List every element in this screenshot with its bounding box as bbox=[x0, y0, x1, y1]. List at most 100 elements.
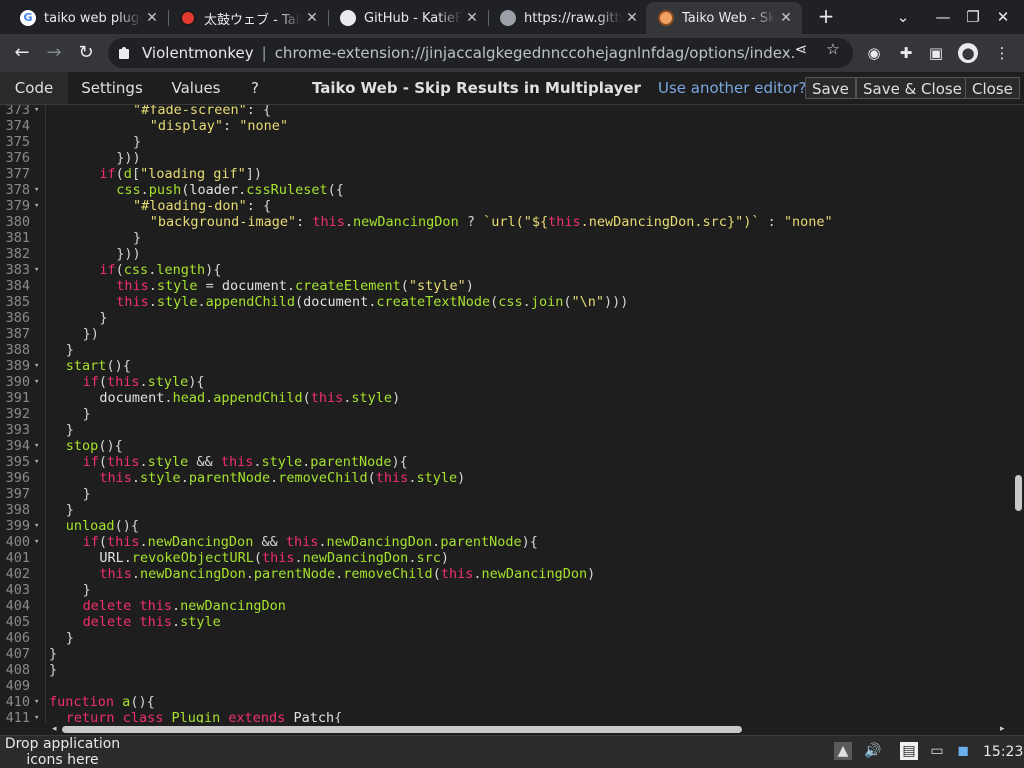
save-button[interactable]: Save bbox=[805, 77, 856, 99]
share-icon[interactable]: ⋖ bbox=[792, 40, 810, 58]
code-line[interactable]: 390 ▾ if(this.style){ bbox=[0, 374, 1012, 390]
close-button[interactable]: Close bbox=[965, 77, 1020, 99]
code-line[interactable]: 402 this.newDancingDon.parentNode.removeC… bbox=[0, 566, 1012, 582]
fold-arrow-icon[interactable]: ▾ bbox=[34, 694, 39, 710]
code-line[interactable]: 374 "display": "none" bbox=[0, 118, 1012, 134]
clipboard-icon[interactable]: ▤ bbox=[900, 742, 918, 760]
fold-arrow-icon[interactable]: ▾ bbox=[34, 358, 39, 374]
code-line[interactable]: 378 ▾ css.push(loader.cssRuleset({ bbox=[0, 182, 1012, 198]
code-line[interactable]: 386} bbox=[0, 310, 1012, 326]
code-line[interactable]: 406} bbox=[0, 630, 1012, 646]
code-text: stop(){ bbox=[66, 438, 123, 454]
code-line[interactable]: 375} bbox=[0, 134, 1012, 150]
code-line[interactable]: 403} bbox=[0, 582, 1012, 598]
vertical-scrollbar[interactable] bbox=[1012, 105, 1024, 723]
fold-arrow-icon[interactable]: ▾ bbox=[34, 534, 39, 550]
code-line[interactable]: 396 this.style.parentNode.removeChild(thi… bbox=[0, 470, 1012, 486]
code-line[interactable]: 400 ▾ if(this.newDancingDon && this.newDan… bbox=[0, 534, 1012, 550]
profile-avatar-icon[interactable]: ● bbox=[958, 43, 978, 63]
address-bar[interactable]: Violentmonkey | chrome-extension://jinja… bbox=[108, 38, 853, 68]
close-tab-icon[interactable]: ✕ bbox=[622, 10, 642, 26]
update-notifier-icon[interactable]: ◼ bbox=[954, 742, 972, 760]
volume-icon[interactable]: 🔊 bbox=[864, 742, 882, 760]
code-line[interactable]: 389 ▾ start(){ bbox=[0, 358, 1012, 374]
restore-icon[interactable]: ❐ bbox=[962, 6, 984, 28]
code-line[interactable]: 401 URL.revokeObjectURL(this.newDancingDo… bbox=[0, 550, 1012, 566]
browser-tab[interactable]: https://raw.githubusercontent.com ✕ bbox=[488, 4, 648, 32]
code-line[interactable]: 380 "background-image": this.newDancingDo… bbox=[0, 214, 1012, 230]
code-line[interactable]: 392} bbox=[0, 406, 1012, 422]
fold-arrow-icon[interactable]: ▾ bbox=[34, 710, 39, 723]
fold-arrow-icon[interactable]: ▾ bbox=[34, 454, 39, 470]
browser-tab[interactable]: G taiko web plugin ✕ bbox=[8, 4, 168, 32]
code-token: src bbox=[416, 550, 441, 566]
side-panel-icon[interactable]: ▣ bbox=[926, 43, 946, 63]
scroll-right-arrow-icon[interactable]: ▸ bbox=[1000, 724, 1005, 734]
code-line[interactable]: 410 ▾ function a(){ bbox=[0, 694, 1012, 710]
vertical-scrollbar-thumb[interactable] bbox=[1015, 475, 1022, 511]
code-line[interactable]: 376})) bbox=[0, 150, 1012, 166]
code-line[interactable]: 398} bbox=[0, 502, 1012, 518]
network-icon[interactable]: ▭ bbox=[928, 742, 946, 760]
bookmark-star-icon[interactable]: ☆ bbox=[824, 40, 842, 58]
code-line[interactable]: 382})) bbox=[0, 246, 1012, 262]
back-button[interactable]: ← bbox=[10, 41, 34, 65]
violentmonkey-extension-icon[interactable]: ◉ bbox=[864, 43, 884, 63]
minimize-icon[interactable]: — bbox=[932, 6, 954, 28]
code-line[interactable]: 379 ▾ "#loading-don": { bbox=[0, 198, 1012, 214]
code-line[interactable]: 399 ▾ unload(){ bbox=[0, 518, 1012, 534]
code-line[interactable]: 407} bbox=[0, 646, 1012, 662]
code-line[interactable]: 404 delete this.newDancingDon bbox=[0, 598, 1012, 614]
code-line[interactable]: 383 ▾ if(css.length){ bbox=[0, 262, 1012, 278]
fold-arrow-icon[interactable]: ▾ bbox=[34, 182, 39, 198]
browser-tab-active[interactable]: Taiko Web - Skip Results ✕ bbox=[646, 2, 802, 34]
fold-arrow-icon[interactable]: ▾ bbox=[34, 374, 39, 390]
code-line[interactable]: 394 ▾ stop(){ bbox=[0, 438, 1012, 454]
code-line[interactable]: 385 this.style.appendChild(document.creat… bbox=[0, 294, 1012, 310]
menu-icon[interactable]: ⋮ bbox=[992, 43, 1012, 63]
google-icon: G bbox=[20, 10, 36, 26]
fold-arrow-icon[interactable]: ▾ bbox=[34, 438, 39, 454]
close-tab-icon[interactable]: ✕ bbox=[462, 10, 482, 26]
code-line[interactable]: 393} bbox=[0, 422, 1012, 438]
browser-tab[interactable]: GitHub - KatieFrogs ✕ bbox=[328, 4, 488, 32]
extensions-icon[interactable]: ✚ bbox=[896, 43, 916, 63]
code-line[interactable]: 373 ▾ "#fade-screen": { bbox=[0, 105, 1012, 118]
scroll-left-arrow-icon[interactable]: ◂ bbox=[52, 724, 57, 734]
tab-search-icon[interactable]: ⌄ bbox=[892, 6, 914, 28]
code-line[interactable]: 408} bbox=[0, 662, 1012, 678]
code-line[interactable]: 411 ▾ return class Plugin extends Patch{ bbox=[0, 710, 1012, 723]
horizontal-scrollbar-thumb[interactable] bbox=[62, 726, 742, 733]
code-line[interactable]: 377 if(d["loading gif"]) bbox=[0, 166, 1012, 182]
close-tab-icon[interactable]: ✕ bbox=[776, 10, 796, 26]
code-line[interactable]: 381} bbox=[0, 230, 1012, 246]
code-line[interactable]: 409 bbox=[0, 678, 1012, 694]
code-line[interactable]: 405 delete this.style bbox=[0, 614, 1012, 630]
fold-arrow-icon[interactable]: ▾ bbox=[34, 105, 39, 118]
fold-arrow-icon[interactable]: ▾ bbox=[34, 518, 39, 534]
close-window-icon[interactable]: ✕ bbox=[992, 6, 1014, 28]
code-line[interactable]: 395 ▾ if(this.style && this.style.parentNo… bbox=[0, 454, 1012, 470]
close-tab-icon[interactable]: ✕ bbox=[142, 10, 162, 26]
upload-tray-icon[interactable]: ▲ bbox=[834, 742, 852, 760]
code-line[interactable]: 397} bbox=[0, 486, 1012, 502]
another-editor-link[interactable]: Use another editor? bbox=[658, 72, 806, 104]
code-line[interactable]: 387}) bbox=[0, 326, 1012, 342]
code-editor[interactable]: 373 ▾ "#fade-screen": {374 "display": "none… bbox=[0, 105, 1012, 723]
code-line[interactable]: 384 this.style = document.createElement("… bbox=[0, 278, 1012, 294]
save-close-button[interactable]: Save & Close bbox=[856, 77, 969, 99]
forward-button[interactable]: → bbox=[42, 41, 66, 65]
horizontal-scrollbar[interactable]: ◂ ▸ bbox=[0, 723, 1012, 735]
tab-values[interactable]: Values bbox=[160, 72, 232, 104]
close-tab-icon[interactable]: ✕ bbox=[302, 10, 322, 26]
tab-help[interactable]: ? bbox=[244, 72, 266, 104]
code-line[interactable]: 391 document.head.appendChild(this.style) bbox=[0, 390, 1012, 406]
browser-tab[interactable]: 太鼓ウェブ - Taiko ✕ bbox=[168, 4, 328, 32]
tab-settings[interactable]: Settings bbox=[74, 72, 150, 104]
code-line[interactable]: 388} bbox=[0, 342, 1012, 358]
reload-button[interactable]: ↻ bbox=[74, 41, 98, 65]
new-tab-button[interactable]: + bbox=[815, 6, 837, 28]
fold-arrow-icon[interactable]: ▾ bbox=[34, 262, 39, 278]
fold-arrow-icon[interactable]: ▾ bbox=[34, 198, 39, 214]
tab-code[interactable]: Code bbox=[0, 72, 68, 104]
